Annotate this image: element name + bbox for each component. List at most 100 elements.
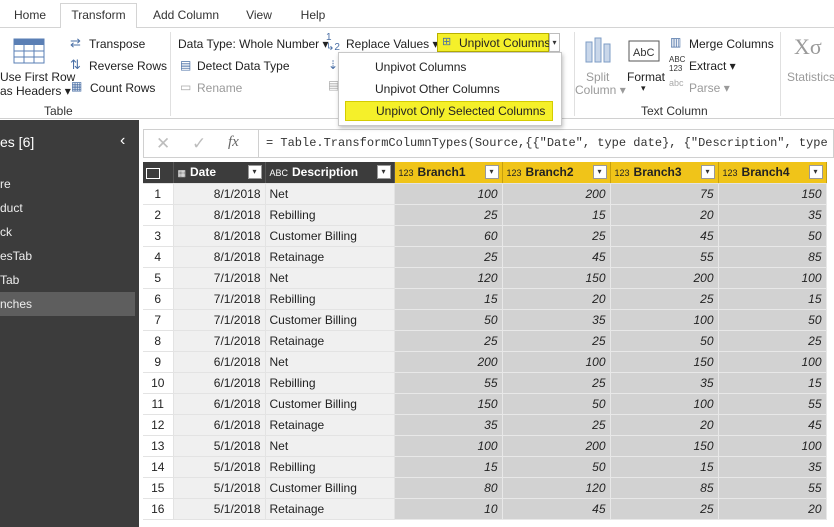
date-cell[interactable]: 5/1/2018 <box>173 456 266 478</box>
tab-transform[interactable]: Transform <box>60 3 137 29</box>
description-cell[interactable]: Rebilling <box>265 288 395 310</box>
row-number[interactable]: 11 <box>143 393 174 415</box>
menu-item-unpivot-columns[interactable]: Unpivot Columns <box>339 57 561 77</box>
date-cell[interactable]: 5/1/2018 <box>173 435 266 457</box>
query-item[interactable]: re <box>0 172 135 196</box>
unpivot-dropdown-arrow[interactable]: ▾ <box>549 33 560 52</box>
branch2-cell[interactable]: 35 <box>502 309 611 331</box>
detect-data-type-button[interactable]: Detect Data Type <box>197 59 290 73</box>
date-cell[interactable]: 6/1/2018 <box>173 414 266 436</box>
column-header-description[interactable]: ABC Description ▾ <box>265 162 395 184</box>
column-header-branch1[interactable]: 123 Branch1 ▾ <box>394 162 503 184</box>
split-column-button-line2[interactable]: Column ▾ <box>575 83 626 97</box>
branch3-cell[interactable]: 15 <box>610 456 719 478</box>
branch4-cell[interactable]: 100 <box>718 435 827 457</box>
split-column-button[interactable]: Split <box>586 70 609 84</box>
statistics-button[interactable]: Statistics <box>787 70 834 84</box>
branch3-cell[interactable]: 20 <box>610 414 719 436</box>
branch1-cell[interactable]: 100 <box>394 183 503 205</box>
table-menu-corner[interactable] <box>143 162 174 184</box>
date-cell[interactable]: 6/1/2018 <box>173 372 266 394</box>
transpose-button[interactable]: Transpose <box>89 37 145 51</box>
branch3-cell[interactable]: 25 <box>610 288 719 310</box>
branch4-cell[interactable]: 55 <box>718 477 827 499</box>
rename-button[interactable]: Rename <box>197 81 242 95</box>
filter-dropdown-icon[interactable]: ▾ <box>484 165 499 179</box>
branch4-cell[interactable]: 100 <box>718 267 827 289</box>
row-number[interactable]: 15 <box>143 477 174 499</box>
parse-button[interactable]: Parse ▾ <box>689 81 730 95</box>
branch2-cell[interactable]: 120 <box>502 477 611 499</box>
branch4-cell[interactable]: 45 <box>718 414 827 436</box>
branch1-cell[interactable]: 120 <box>394 267 503 289</box>
filter-dropdown-icon[interactable]: ▾ <box>700 165 715 179</box>
branch1-cell[interactable]: 80 <box>394 477 503 499</box>
date-cell[interactable]: 5/1/2018 <box>173 477 266 499</box>
query-item[interactable]: ck <box>0 220 135 244</box>
unpivot-columns-button[interactable]: ⊞ Unpivot Columns <box>437 33 550 52</box>
branch4-cell[interactable]: 150 <box>718 183 827 205</box>
description-cell[interactable]: Retainage <box>265 498 395 520</box>
replace-values-button[interactable]: Replace Values ▾ <box>346 37 439 51</box>
format-button[interactable]: Format <box>627 70 665 84</box>
description-cell[interactable]: Retainage <box>265 330 395 352</box>
branch2-cell[interactable]: 150 <box>502 267 611 289</box>
column-header-date[interactable]: ▦ Date ▾ <box>173 162 266 184</box>
branch3-cell[interactable]: 45 <box>610 225 719 247</box>
branch2-cell[interactable]: 50 <box>502 393 611 415</box>
branch4-cell[interactable]: 50 <box>718 225 827 247</box>
description-cell[interactable]: Retainage <box>265 414 395 436</box>
tab-home[interactable]: Home <box>4 4 56 28</box>
extract-button[interactable]: Extract ▾ <box>689 59 736 73</box>
row-number[interactable]: 1 <box>143 183 174 205</box>
branch1-cell[interactable]: 200 <box>394 351 503 373</box>
description-cell[interactable]: Rebilling <box>265 204 395 226</box>
date-cell[interactable]: 7/1/2018 <box>173 309 266 331</box>
query-item[interactable]: duct <box>0 196 135 220</box>
description-cell[interactable]: Net <box>265 267 395 289</box>
row-number[interactable]: 3 <box>143 225 174 247</box>
branch1-cell[interactable]: 25 <box>394 330 503 352</box>
date-cell[interactable]: 7/1/2018 <box>173 288 266 310</box>
column-header-branch3[interactable]: 123 Branch3 ▾ <box>610 162 719 184</box>
description-cell[interactable]: Rebilling <box>265 456 395 478</box>
date-cell[interactable]: 5/1/2018 <box>173 498 266 520</box>
branch3-cell[interactable]: 85 <box>610 477 719 499</box>
date-cell[interactable]: 6/1/2018 <box>173 351 266 373</box>
menu-item-unpivot-only-selected-columns[interactable]: Unpivot Only Selected Columns <box>345 101 553 121</box>
count-rows-button[interactable]: Count Rows <box>90 81 155 95</box>
row-number[interactable]: 6 <box>143 288 174 310</box>
branch1-cell[interactable]: 150 <box>394 393 503 415</box>
branch2-cell[interactable]: 25 <box>502 372 611 394</box>
row-number[interactable]: 7 <box>143 309 174 331</box>
branch1-cell[interactable]: 35 <box>394 414 503 436</box>
description-cell[interactable]: Rebilling <box>265 372 395 394</box>
date-cell[interactable]: 8/1/2018 <box>173 204 266 226</box>
branch3-cell[interactable]: 150 <box>610 435 719 457</box>
row-number[interactable]: 10 <box>143 372 174 394</box>
branch2-cell[interactable]: 25 <box>502 225 611 247</box>
fx-icon[interactable]: fx <box>228 134 239 151</box>
branch4-cell[interactable]: 15 <box>718 372 827 394</box>
branch3-cell[interactable]: 100 <box>610 393 719 415</box>
branch2-cell[interactable]: 100 <box>502 351 611 373</box>
branch1-cell[interactable]: 25 <box>394 204 503 226</box>
collapse-pane-icon[interactable]: ‹ <box>120 132 125 150</box>
format-dropdown-arrow[interactable]: ▾ <box>641 83 646 94</box>
row-number[interactable]: 8 <box>143 330 174 352</box>
branch2-cell[interactable]: 25 <box>502 414 611 436</box>
description-cell[interactable]: Net <box>265 435 395 457</box>
branch3-cell[interactable]: 25 <box>610 498 719 520</box>
description-cell[interactable]: Net <box>265 183 395 205</box>
tab-add-column[interactable]: Add Column <box>145 4 227 28</box>
branch3-cell[interactable]: 20 <box>610 204 719 226</box>
branch1-cell[interactable]: 50 <box>394 309 503 331</box>
branch2-cell[interactable]: 45 <box>502 498 611 520</box>
branch3-cell[interactable]: 150 <box>610 351 719 373</box>
filter-dropdown-icon[interactable]: ▾ <box>376 165 391 179</box>
query-item-selected[interactable]: nches <box>0 292 135 316</box>
branch2-cell[interactable]: 45 <box>502 246 611 268</box>
row-number[interactable]: 14 <box>143 456 174 478</box>
query-item[interactable]: esTab <box>0 244 135 268</box>
tab-help[interactable]: Help <box>292 4 334 28</box>
